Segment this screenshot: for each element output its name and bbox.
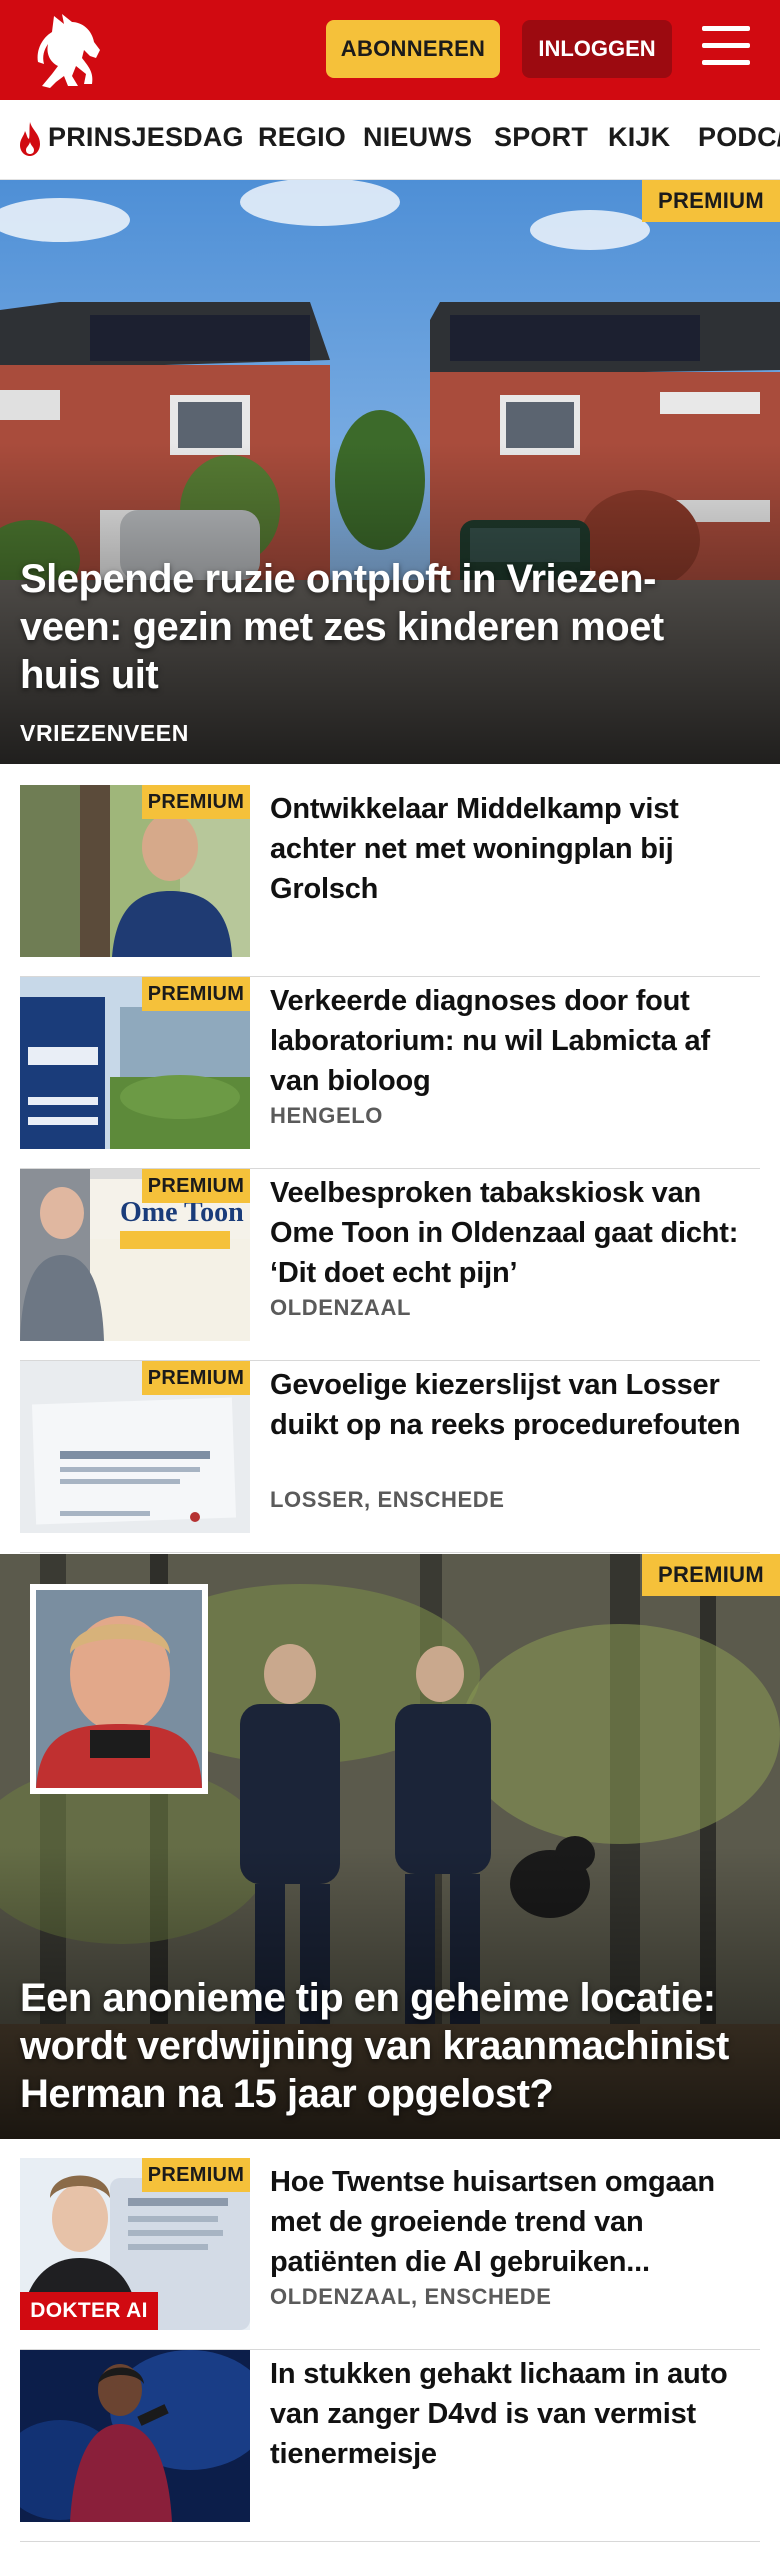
hero-title[interactable]: Slepende ruzie ontploft in Vriezen­veen:… <box>20 555 740 699</box>
article-title[interactable]: Hoe Twentse huisartsen omgaan met de gro… <box>270 2162 760 2282</box>
top-bar: ABONNEREN INLOGGEN <box>0 0 780 100</box>
hero-article-vriezenveen[interactable]: PREMIUM Slepende ruzie ontploft in Vriez… <box>0 180 780 764</box>
horse-icon[interactable] <box>34 10 108 90</box>
article-location: OLDENZAAL <box>270 1295 412 1320</box>
premium-badge: PREMIUM <box>142 2158 250 2192</box>
subscribe-button[interactable]: ABONNEREN <box>326 20 500 78</box>
premium-badge: PREMIUM <box>642 180 780 222</box>
premium-badge: PREMIUM <box>642 1554 780 1596</box>
nav-item-prinsjesdag[interactable]: PRINSJESDAG <box>48 122 244 153</box>
list-item[interactable]: PREMIUM Gevoelige kiezerslijst van Losse… <box>20 1361 760 1553</box>
nav-item-sport[interactable]: SPORT <box>494 122 588 153</box>
article-title[interactable]: Ontwikkelaar Middelkamp vist achter net … <box>270 789 760 909</box>
dokter-ai-tag[interactable]: DOKTER AI <box>20 2292 158 2330</box>
article-title[interactable]: In stukken gehakt lichaam in auto van za… <box>270 2354 760 2474</box>
article-thumbnail: PREMIUM <box>20 977 250 1149</box>
article-thumbnail: PREMIUM <box>20 785 250 957</box>
article-location: OLDENZAAL, ENSCHEDE <box>270 2284 552 2309</box>
nav-item-regio[interactable]: REGIO <box>258 122 346 153</box>
article-thumbnail: Ome Toon PREMIUM <box>20 1169 250 1341</box>
article-location: LOSSER, ENSCHEDE <box>270 1487 505 1512</box>
premium-badge: PREMIUM <box>142 977 250 1011</box>
nav-item-kijk[interactable]: KIJK <box>608 122 670 153</box>
hero-location: VRIEZENVEEN <box>20 720 189 746</box>
article-thumbnail: PREMIUM <box>20 1361 250 1533</box>
portrait-inset <box>30 1584 208 1794</box>
nav-item-podcast[interactable]: PODC/ <box>698 122 780 153</box>
list-item[interactable]: PREMIUM Verkeerde diagnoses door fout la… <box>20 977 760 1169</box>
list-item[interactable]: Ome Toon PREMIUM Veelbesproken tabakskio… <box>20 1169 760 1361</box>
login-button[interactable]: INLOGGEN <box>522 20 672 78</box>
article-title[interactable]: Gevoelige kiezerslijst van Losser duikt … <box>270 1365 760 1445</box>
hamburger-icon[interactable] <box>702 26 750 70</box>
premium-badge: PREMIUM <box>142 1169 250 1203</box>
section-nav: PRINSJESDAG REGIO NIEUWS SPORT KIJK PODC… <box>0 100 780 180</box>
list-item[interactable]: In stukken gehakt lichaam in auto van za… <box>20 2350 760 2542</box>
hero-title[interactable]: Een anonieme tip en geheime locatie: wor… <box>20 1974 740 2118</box>
nav-item-nieuws[interactable]: NIEUWS <box>363 122 472 153</box>
premium-badge: PREMIUM <box>142 785 250 819</box>
article-thumbnail: PREMIUM DOKTER AI <box>20 2158 250 2330</box>
flame-icon <box>20 122 40 156</box>
article-title[interactable]: Verkeerde diagnoses door fout laboratori… <box>270 981 760 1101</box>
list-item[interactable]: PREMIUM Ontwikkelaar Middelkamp vist ach… <box>20 785 760 977</box>
hero-article-herman[interactable]: PREMIUM Een anonieme tip en geheime loca… <box>0 1554 780 2139</box>
list-item[interactable]: PREMIUM DOKTER AI Hoe Twentse huisartsen… <box>20 2158 760 2350</box>
article-title[interactable]: Veelbesproken tabakskiosk van Ome Toon i… <box>270 1173 760 1293</box>
premium-badge: PREMIUM <box>142 1361 250 1395</box>
article-thumbnail <box>20 2350 250 2522</box>
article-location: HENGELO <box>270 1103 383 1128</box>
